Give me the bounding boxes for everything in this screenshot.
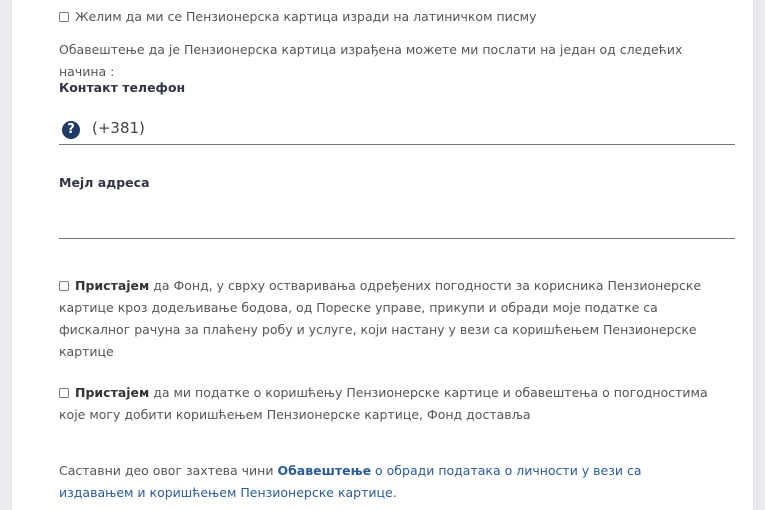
consent1-text: да Фонд, у сврху остваривања одређених п… — [59, 278, 702, 359]
latin-checkbox-label: Желим да ми се Пензионерска картица изра… — [75, 9, 537, 24]
help-icon[interactable]: ? — [62, 121, 80, 139]
form-card: Желим да ми се Пензионерска картица изра… — [12, 0, 753, 510]
consent2-option: Пристајем да ми податке о коришћењу Пенз… — [59, 382, 708, 426]
consent2-text: да ми податке о коришћењу Пензионерске к… — [59, 385, 708, 422]
consent1-checkbox[interactable] — [59, 281, 69, 291]
email-field[interactable] — [59, 207, 739, 239]
notice-text: Обавештење да је Пензионерска картица из… — [59, 42, 683, 79]
consent2-bold: Пристајем — [75, 385, 150, 400]
latin-checkbox[interactable] — [59, 12, 69, 22]
phone-field[interactable]: (+381) — [92, 119, 145, 137]
privacy-notice-link[interactable]: Обавештење — [277, 463, 371, 478]
consent1-option: Пристајем да Фонд, у сврху остваривања о… — [59, 275, 708, 363]
privacy-note: Саставни део овог захтева чини Обавештењ… — [59, 460, 708, 504]
consent1-bold: Пристајем — [75, 278, 150, 293]
privacy-note-prefix: Саставни део овог захтева чини — [59, 463, 278, 478]
email-label: Мејл адреса — [59, 175, 150, 190]
latin-option: Желим да ми се Пензионерска картица изра… — [59, 6, 713, 28]
phone-label: Контакт телефон — [59, 80, 186, 95]
email-field-underline — [59, 238, 735, 239]
phone-field-underline — [59, 144, 735, 145]
consent2-checkbox[interactable] — [59, 388, 69, 398]
